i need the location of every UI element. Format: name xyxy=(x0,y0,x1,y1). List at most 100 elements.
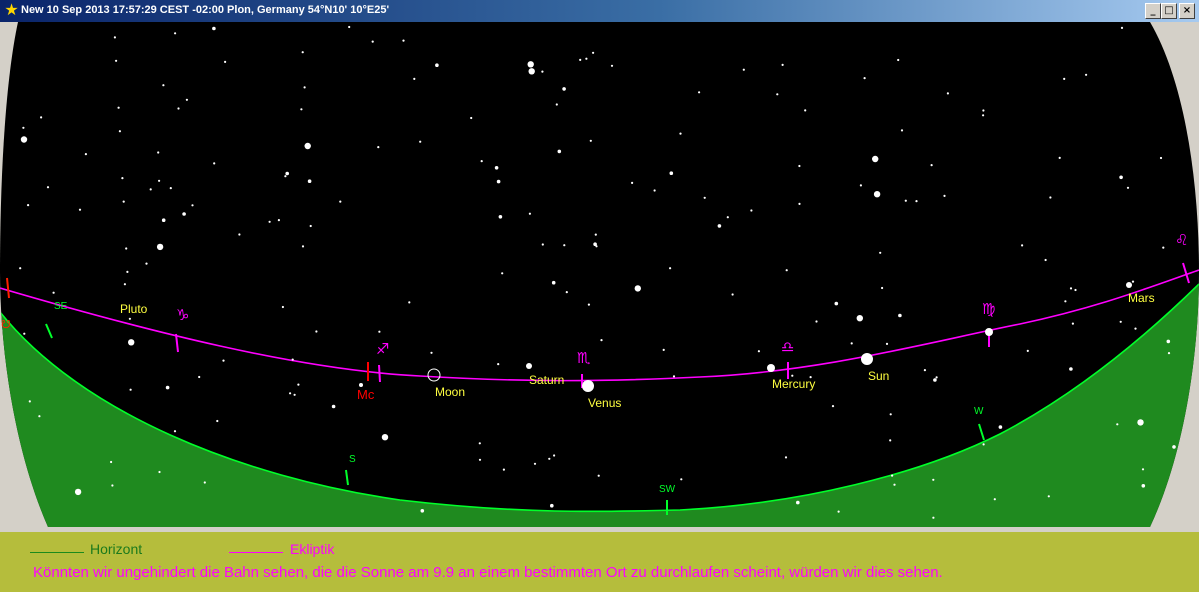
star xyxy=(1069,367,1073,371)
caption-text: Könnten wir ungehindert die Bahn sehen, … xyxy=(33,564,943,581)
star xyxy=(553,454,556,457)
compass-s: S xyxy=(349,454,356,465)
star xyxy=(1116,423,1119,426)
star xyxy=(1131,280,1135,283)
star xyxy=(904,199,907,202)
star xyxy=(555,103,558,106)
star xyxy=(859,184,863,187)
star xyxy=(993,498,996,501)
label-sun: Sun xyxy=(868,369,889,383)
star xyxy=(662,348,665,351)
star xyxy=(565,291,568,294)
star xyxy=(592,51,595,54)
star xyxy=(169,187,172,190)
star xyxy=(610,64,614,67)
star xyxy=(1026,349,1029,352)
descendant-icon: ☋ xyxy=(1,318,11,331)
star xyxy=(297,383,300,386)
star xyxy=(38,415,41,418)
star xyxy=(419,140,422,143)
star xyxy=(420,509,425,513)
star xyxy=(1119,175,1123,180)
star xyxy=(850,342,853,345)
ecliptic-legend-swatch xyxy=(229,552,283,553)
star xyxy=(84,153,87,156)
star xyxy=(550,503,554,508)
star xyxy=(872,155,879,163)
star xyxy=(123,283,126,286)
star xyxy=(589,139,592,142)
star xyxy=(1162,246,1165,249)
star xyxy=(998,425,1003,429)
star xyxy=(594,233,597,236)
star xyxy=(541,243,544,246)
star xyxy=(631,181,634,184)
star xyxy=(1137,419,1144,426)
window-title: New 10 Sep 2013 17:57:29 CEST -02:00 Plo… xyxy=(21,4,390,16)
label-saturn: Saturn xyxy=(529,373,564,387)
star xyxy=(551,280,556,285)
star xyxy=(923,369,927,372)
star xyxy=(879,251,882,254)
star xyxy=(856,315,863,322)
star xyxy=(796,500,800,505)
star xyxy=(501,272,504,275)
star xyxy=(22,126,25,129)
scorpio-icon: ♏ xyxy=(577,349,591,367)
star xyxy=(672,375,676,378)
star xyxy=(177,107,180,110)
star xyxy=(698,91,701,94)
star xyxy=(378,330,381,333)
star xyxy=(129,388,132,391)
star xyxy=(381,434,389,441)
star xyxy=(1126,186,1130,189)
star xyxy=(804,109,807,112)
star xyxy=(891,474,894,477)
title-bar[interactable]: ★ New 10 Sep 2013 17:57:29 CEST -02:00 P… xyxy=(0,0,1199,22)
compass-sw: SW xyxy=(659,484,676,495)
minimize-button[interactable]: _ xyxy=(1145,3,1161,19)
sky-chart[interactable]: Pluto Moon Saturn Venus Mercury Sun Mars… xyxy=(0,22,1199,532)
star xyxy=(731,293,734,296)
star xyxy=(496,179,501,184)
star xyxy=(430,351,433,354)
star xyxy=(203,481,206,484)
star xyxy=(28,400,31,403)
saturn-marker xyxy=(526,363,532,369)
star xyxy=(1159,156,1163,160)
sun-marker xyxy=(861,353,873,365)
star xyxy=(111,484,114,487)
star xyxy=(198,375,201,379)
close-button[interactable]: × xyxy=(1179,3,1195,19)
star xyxy=(946,92,950,95)
star xyxy=(23,332,26,335)
star xyxy=(23,510,26,513)
star xyxy=(115,59,118,62)
star xyxy=(174,32,177,35)
star xyxy=(498,215,503,219)
star xyxy=(158,470,161,474)
star xyxy=(1058,156,1061,159)
star xyxy=(669,171,674,175)
maximize-button[interactable]: □ xyxy=(1161,3,1177,19)
star xyxy=(785,269,788,272)
star xyxy=(831,405,835,408)
label-mc: Mc xyxy=(357,387,375,402)
star xyxy=(128,339,135,346)
sky-view[interactable]: Pluto Moon Saturn Venus Mercury Sun Mars… xyxy=(0,22,1199,532)
star xyxy=(268,220,271,223)
star xyxy=(182,212,186,216)
star xyxy=(1141,484,1146,488)
star xyxy=(222,359,225,362)
star xyxy=(113,36,116,39)
star xyxy=(301,51,304,54)
star xyxy=(527,61,534,68)
star xyxy=(1166,339,1171,344)
star xyxy=(680,478,683,481)
star xyxy=(943,194,946,197)
star xyxy=(781,63,784,66)
star xyxy=(881,286,884,290)
ecliptic-legend-label: Ekliptik xyxy=(290,541,335,557)
star xyxy=(110,460,113,464)
star xyxy=(117,106,120,109)
